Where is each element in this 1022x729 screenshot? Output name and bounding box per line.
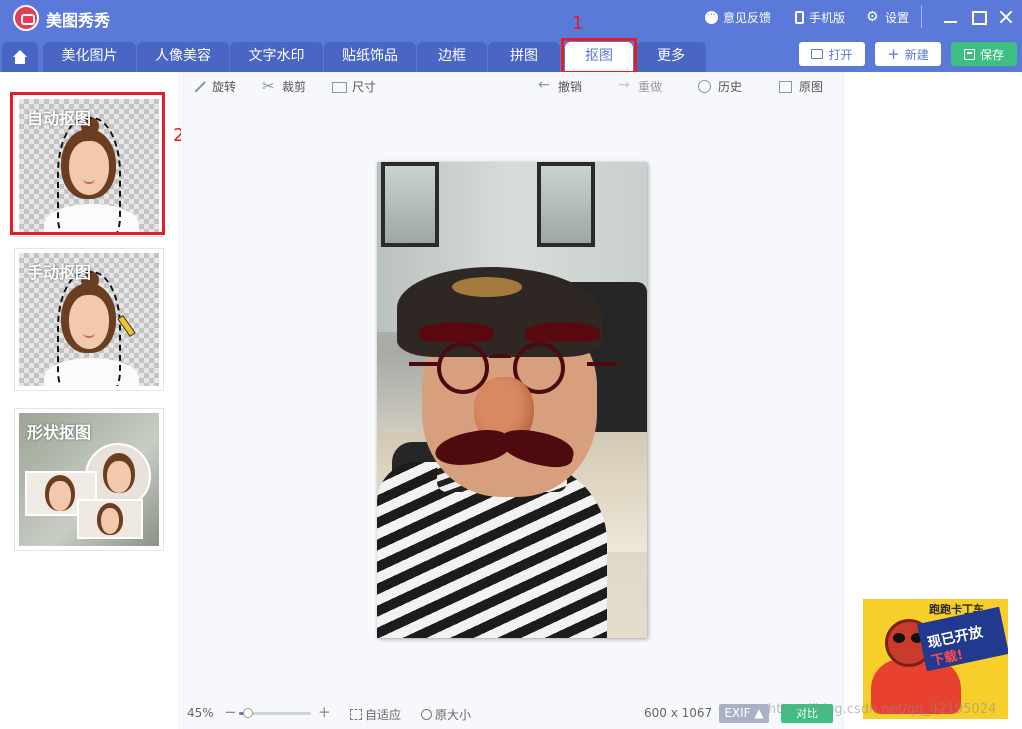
settings-link[interactable]: ⚙ 设置 [866, 9, 909, 26]
image-dimensions: 600 x 1067 [644, 706, 713, 720]
shape-cutout-label: 形状抠图 [27, 423, 92, 442]
new-button[interactable]: + 新建 [875, 42, 941, 66]
app-logo-icon [13, 5, 39, 31]
resize-icon [332, 80, 347, 94]
feedback-label: 意见反馈 [723, 11, 772, 25]
mobile-version-link[interactable]: 手机版 [795, 9, 845, 26]
plus-icon: + [887, 45, 900, 63]
save-label: 保存 [979, 47, 1004, 62]
history-button[interactable]: 历史 [698, 78, 742, 95]
history-label: 历史 [718, 80, 743, 94]
feedback-link[interactable]: 意见反馈 [705, 8, 772, 26]
open-label: 打开 [828, 47, 853, 62]
phone-icon [795, 11, 804, 24]
right-panel: 跑跑卡丁车 现已开放 下载! [843, 72, 1022, 729]
zoom-slider-thumb[interactable] [242, 708, 253, 718]
gear-icon: ⚙ [866, 9, 879, 25]
settings-label: 设置 [885, 11, 910, 25]
tab-stickers[interactable]: 贴纸饰品 [324, 42, 416, 72]
home-tab[interactable] [2, 42, 38, 72]
crop-button[interactable]: 裁剪 [262, 77, 307, 95]
redo-label: 重做 [638, 80, 663, 94]
annotation-highlight-auto-cutout [10, 92, 165, 235]
original-button[interactable]: 原图 [779, 78, 823, 95]
exif-button[interactable]: EXIF ▲ [719, 704, 769, 723]
minimize-icon[interactable] [941, 8, 959, 26]
actual-size-button[interactable]: 原大小 [421, 706, 471, 723]
sticker-eyebrow-left [419, 322, 494, 342]
zoom-slider[interactable] [239, 708, 311, 718]
tab-frames[interactable]: 边框 [417, 42, 487, 72]
size-label: 尺寸 [352, 80, 377, 94]
zoom-percent: 45% [187, 706, 214, 720]
edit-toolbar: 旋转 裁剪 尺寸 撤销 重做 历史 原图 [181, 72, 843, 100]
manual-cutout-label: 手动抠图 [27, 263, 92, 282]
game-ad-banner[interactable]: 跑跑卡丁车 现已开放 下载! [863, 599, 1008, 719]
save-icon [963, 48, 975, 60]
zoom-in-button[interactable]: + [318, 703, 331, 721]
mobile-version-label: 手机版 [809, 11, 846, 25]
redo-arrow-icon [618, 77, 632, 94]
rotate-label: 旋转 [212, 80, 237, 94]
manual-cutout-card[interactable]: 手动抠图 [14, 248, 164, 391]
new-label: 新建 [904, 47, 929, 62]
edited-photo[interactable] [377, 162, 647, 638]
home-icon [13, 50, 27, 64]
undo-arrow-icon [538, 77, 552, 94]
magnifier-icon [421, 709, 432, 720]
tab-text-watermark[interactable]: 文字水印 [230, 42, 323, 72]
app-title: 美图秀秀 [46, 11, 111, 30]
annotation-number-1: 1 [572, 13, 584, 34]
undo-button[interactable]: 撤销 [538, 77, 583, 95]
tab-bar: 美化图片 人像美容 文字水印 贴纸饰品 边框 拼图 抠图 更多 [0, 36, 1022, 72]
url-watermark: https://blog.csdn.net/qq_42195024 [768, 702, 997, 717]
rotate-icon [192, 80, 206, 94]
open-button[interactable]: 打开 [799, 42, 865, 66]
sticker-eyebrow-right [525, 322, 600, 342]
redo-button[interactable]: 重做 [618, 77, 663, 95]
annotation-highlight-tab [561, 38, 637, 74]
image-canvas [181, 100, 843, 698]
image-icon [779, 80, 793, 94]
fit-label: 自适应 [365, 708, 402, 722]
scissors-icon [262, 77, 276, 95]
crop-label: 裁剪 [282, 80, 307, 94]
tab-more[interactable]: 更多 [636, 42, 706, 72]
tab-beautify[interactable]: 美化图片 [43, 42, 136, 72]
rotate-button[interactable]: 旋转 [192, 78, 236, 95]
original-label: 原图 [799, 80, 824, 94]
titlebar-divider [921, 6, 922, 28]
zoom-out-button[interactable]: − [224, 703, 237, 721]
undo-label: 撤销 [558, 80, 583, 94]
save-button[interactable]: 保存 [951, 42, 1017, 66]
chat-bubble-icon [705, 8, 718, 24]
clock-icon [698, 79, 712, 94]
status-bar: 45% − + 自适应 原大小 600 x 1067 EXIF ▲ 对比 [181, 698, 843, 729]
close-icon[interactable] [997, 8, 1015, 26]
tab-portrait[interactable]: 人像美容 [137, 42, 229, 72]
size-button[interactable]: 尺寸 [332, 78, 376, 95]
maximize-icon[interactable] [969, 8, 987, 26]
shape-cutout-card[interactable]: 形状抠图 [14, 408, 164, 551]
actual-size-label: 原大小 [435, 708, 472, 722]
image-open-icon [811, 49, 824, 59]
tab-collage[interactable]: 拼图 [488, 42, 560, 72]
fit-button[interactable]: 自适应 [350, 706, 401, 723]
manual-cutout-thumbnail: 手动抠图 [19, 253, 159, 386]
title-bar: 美图秀秀 意见反馈 手机版 ⚙ 设置 [0, 0, 1022, 36]
shape-cutout-thumbnail: 形状抠图 [19, 413, 159, 546]
fit-screen-icon [350, 709, 362, 720]
